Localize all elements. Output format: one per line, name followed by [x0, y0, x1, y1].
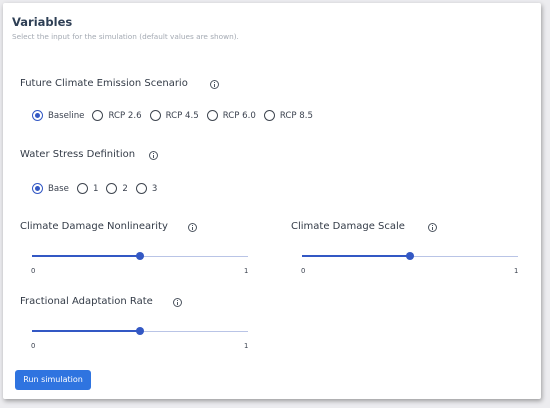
scenario-option-rcp85[interactable]: RCP 8.5 — [263, 110, 313, 121]
radio-label: 2 — [122, 183, 128, 194]
adaptation-max-label: 1 — [244, 342, 249, 350]
slider-fill — [302, 255, 410, 257]
damage-scale-slider[interactable] — [302, 250, 518, 264]
damage-scale-min-label: 0 — [301, 267, 306, 275]
nonlinearity-info-icon[interactable] — [188, 223, 197, 232]
water-stress-option-1[interactable]: 1 — [76, 183, 99, 194]
radio-unchecked-icon[interactable] — [92, 110, 104, 121]
water-stress-radio-group: Base 1 2 3 — [32, 183, 165, 194]
water-stress-info-icon[interactable] — [149, 151, 158, 160]
radio-label: RCP 6.0 — [222, 110, 256, 121]
slider-thumb[interactable] — [406, 252, 414, 260]
water-stress-option-base[interactable]: Base — [32, 183, 69, 194]
radio-unchecked-icon[interactable] — [76, 183, 88, 194]
scenario-info-icon[interactable] — [210, 80, 219, 89]
panel-title: Variables — [12, 15, 73, 29]
radio-checked-icon[interactable] — [32, 110, 43, 121]
damage-scale-info-icon[interactable] — [428, 223, 437, 232]
scenario-radio-group: Baseline RCP 2.6 RCP 4.5 RCP 6.0 RCP 8.5 — [32, 110, 321, 121]
adaptation-label: Fractional Adaptation Rate — [20, 296, 153, 307]
radio-label: Base — [48, 183, 69, 194]
radio-unchecked-icon[interactable] — [206, 110, 218, 121]
adaptation-slider[interactable] — [32, 325, 248, 339]
slider-fill — [32, 330, 140, 332]
slider-fill — [32, 255, 140, 257]
adaptation-info-icon[interactable] — [173, 298, 182, 307]
damage-scale-max-label: 1 — [514, 267, 519, 275]
scenario-option-baseline[interactable]: Baseline — [32, 110, 84, 121]
slider-thumb[interactable] — [136, 252, 144, 260]
water-stress-option-3[interactable]: 3 — [135, 183, 158, 194]
radio-label: 1 — [92, 183, 99, 194]
radio-label: RCP 2.6 — [108, 110, 142, 121]
window-frame: Variables Select the input for the simul… — [0, 0, 550, 408]
radio-unchecked-icon[interactable] — [106, 183, 118, 194]
radio-label: 3 — [151, 183, 158, 194]
variables-panel: Variables Select the input for the simul… — [3, 3, 541, 399]
run-simulation-button[interactable]: Run simulation — [15, 370, 91, 390]
panel-subtitle: Select the input for the simulation (def… — [12, 32, 239, 41]
scenario-option-rcp45[interactable]: RCP 4.5 — [149, 110, 199, 121]
nonlinearity-min-label: 0 — [31, 267, 36, 275]
radio-unchecked-icon[interactable] — [149, 110, 161, 121]
nonlinearity-slider[interactable] — [32, 250, 248, 264]
radio-label: RCP 8.5 — [279, 110, 313, 121]
scenario-option-rcp26[interactable]: RCP 2.6 — [92, 110, 142, 121]
radio-unchecked-icon[interactable] — [135, 183, 147, 194]
radio-label: RCP 4.5 — [165, 110, 199, 121]
nonlinearity-max-label: 1 — [244, 267, 249, 275]
nonlinearity-label: Climate Damage Nonlinearity — [20, 221, 168, 232]
radio-checked-icon[interactable] — [32, 183, 43, 194]
water-stress-option-2[interactable]: 2 — [106, 183, 128, 194]
slider-thumb[interactable] — [136, 327, 144, 335]
scenario-label: Future Climate Emission Scenario — [20, 78, 188, 89]
radio-unchecked-icon[interactable] — [263, 110, 275, 121]
damage-scale-label: Climate Damage Scale — [291, 221, 405, 232]
adaptation-min-label: 0 — [31, 342, 36, 350]
radio-label: Baseline — [48, 110, 85, 121]
water-stress-label: Water Stress Definition — [20, 149, 136, 160]
scenario-option-rcp60[interactable]: RCP 6.0 — [206, 110, 256, 121]
